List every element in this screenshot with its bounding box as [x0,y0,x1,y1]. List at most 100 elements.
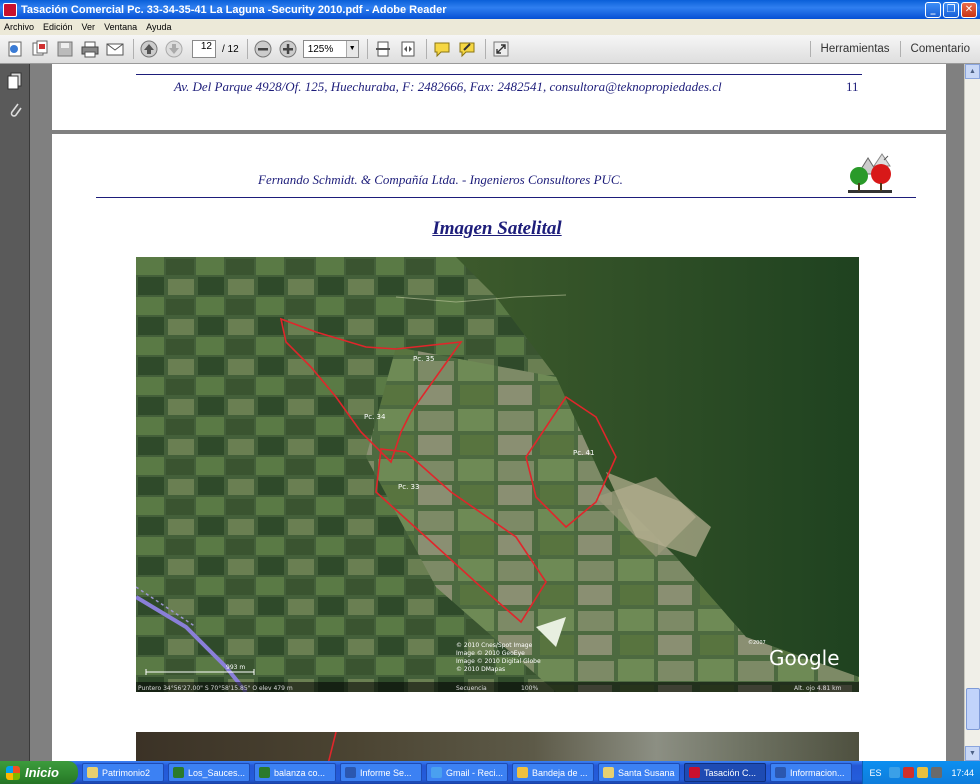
next-page-icon[interactable] [164,39,184,59]
taskbar-item[interactable]: Santa Susana [598,763,680,782]
language-indicator[interactable]: ES [869,768,881,778]
menu-ver[interactable]: Ver [82,22,96,32]
pdf-page-current: Fernando Schmidt. & Compañía Ltda. - Ing… [52,134,946,761]
page-header-text: Fernando Schmidt. & Compañía Ltda. - Ing… [258,172,623,187]
page-total-label: / 12 [222,43,239,55]
footer-rule [136,74,862,75]
toolbar: 12 / 12 125% ▼ Herramientas Comentario [0,35,980,64]
page-footer-text: Av. Del Parque 4928/Of. 125, Huechuraba,… [174,79,722,94]
menu-edicion[interactable]: Edición [43,22,73,32]
parcel-label-34: Pc. 34 [364,413,386,421]
attachments-icon[interactable] [4,98,26,120]
coordinates-readout: Puntero 34°56'27.00" S 70°58'15.85" O el… [138,685,293,692]
volume-icon[interactable] [917,767,929,778]
google-logo-text: Google [769,646,840,670]
document-view[interactable]: Av. Del Parque 4928/Of. 125, Huechuraba,… [30,64,964,761]
page-thumbnails-icon[interactable] [4,70,26,92]
expand-icon[interactable] [491,39,511,59]
taskbar-item[interactable]: balanza co... [254,763,336,782]
zoom-in-icon[interactable] [278,39,298,59]
close-button[interactable]: ✕ [961,1,977,18]
pdf-page-next [52,731,946,761]
page-number-input[interactable]: 12 [192,40,216,58]
taskbar-item[interactable]: Informe Se... [340,763,422,782]
outlook-icon [517,767,528,778]
google-year: ©2007 [748,639,766,646]
taskbar-item[interactable]: Gmail - Reci... [426,763,508,782]
fit-page-icon[interactable] [373,39,393,59]
email-icon[interactable] [105,39,125,59]
word-icon [345,767,356,778]
copyright-line: Image © 2010 Digital Globe [456,658,541,665]
menu-bar: Archivo Edición Ver Ventana Ayuda [0,19,980,35]
previous-page-icon[interactable] [139,39,159,59]
page-number: 11 [846,79,859,94]
satellite-image-2 [136,731,859,761]
fit-width-icon[interactable] [398,39,418,59]
scroll-up-icon[interactable]: ▲ [965,64,980,79]
toolbar-divider [133,39,134,59]
taskbar-item-active[interactable]: Tasación C... [684,763,766,782]
window-title: Tasación Comercial Pc. 33-34-35-41 La La… [21,3,447,16]
excel-icon [173,767,184,778]
device-icon[interactable] [931,767,943,778]
taskbar-item[interactable]: Informacion... [770,763,852,782]
taskbar-item[interactable]: Los_Sauces... [168,763,250,782]
adobe-reader-icon [3,2,17,17]
parcel-label-35: Pc. 35 [413,355,434,363]
system-tray: ES 17:44 [862,761,980,784]
menu-ventana[interactable]: Ventana [104,22,137,32]
maximize-button[interactable]: ❐ [943,1,959,18]
sticky-note-icon[interactable] [432,39,452,59]
windows-logo-icon [6,765,20,780]
start-label: Inicio [25,765,59,780]
excel-icon [259,767,270,778]
sequence-label: Secuencia [456,685,487,692]
security-icon[interactable] [903,767,915,778]
copyright-line: Image © 2010 GeoEye [456,650,525,657]
title-bar: Tasación Comercial Pc. 33-34-35-41 La La… [0,0,980,19]
tools-tab[interactable]: Herramientas [811,43,900,55]
word-icon [775,767,786,778]
copyright-line: © 2010 Cnes/Spot Image [456,642,533,649]
header-rule [96,197,916,198]
navigation-panel [0,64,30,761]
browser-icon [431,767,442,778]
save-icon[interactable] [55,39,75,59]
folder-icon [87,767,98,778]
clock: 17:44 [951,767,974,778]
taskbar-item[interactable]: Bandeja de ... [512,763,594,782]
scrollbar-thumb[interactable] [966,688,980,730]
section-title: Imagen Satelital [432,218,562,239]
scale-label: 993 m [226,664,245,671]
pdf-page-previous: Av. Del Parque 4928/Of. 125, Huechuraba,… [52,64,946,130]
taskbar: Inicio Patrimonio2 Los_Sauces... balanza… [0,761,980,784]
parcel-label-41: Pc. 41 [573,449,594,457]
toolbar-divider [366,39,368,59]
start-button[interactable]: Inicio [0,761,78,784]
sequence-percent: 100% [521,685,538,692]
combine-files-icon[interactable] [30,39,50,59]
eye-altitude: Alt. ojo 4.81 km [794,685,842,692]
toolbar-divider [246,39,248,59]
vertical-scrollbar[interactable]: ▲ ▼ [964,64,980,761]
highlight-icon[interactable] [457,39,477,59]
toolbar-divider [425,39,427,59]
menu-ayuda[interactable]: Ayuda [146,22,171,32]
zoom-out-icon[interactable] [253,39,273,59]
menu-archivo[interactable]: Archivo [4,22,34,32]
copyright-line: © 2010 DMapas [456,666,505,673]
company-logo-icon [844,150,896,200]
zoom-value: 125% [307,43,334,55]
scroll-down-icon[interactable]: ▼ [965,746,980,761]
zoom-select[interactable]: 125% ▼ [302,40,359,58]
network-icon[interactable] [889,767,901,778]
chevron-down-icon[interactable]: ▼ [345,41,358,57]
satellite-image: Pc. 35 Pc. 34 Pc. 33 Pc. 41 © 2010 Cnes/… [136,257,859,692]
comment-tab[interactable]: Comentario [901,43,980,55]
create-pdf-icon[interactable] [5,39,25,59]
toolbar-divider [484,39,486,59]
taskbar-item[interactable]: Patrimonio2 [82,763,164,782]
minimize-button[interactable]: _ [925,1,941,18]
print-icon[interactable] [80,39,100,59]
